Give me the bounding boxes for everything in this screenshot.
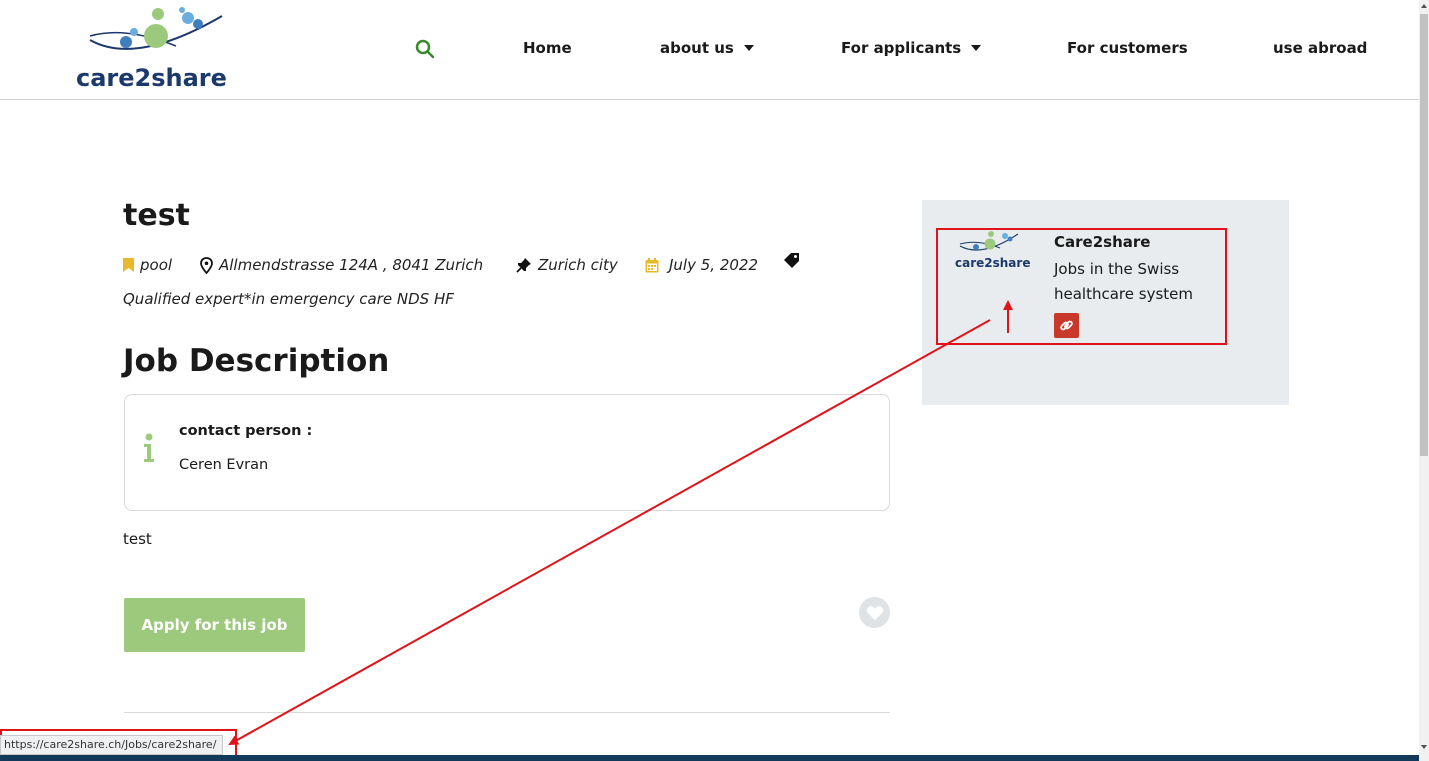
nav-for-customers-label: For customers xyxy=(1067,39,1188,57)
heart-icon xyxy=(866,605,883,620)
nav-use-abroad[interactable]: use abroad xyxy=(1273,39,1367,57)
job-date: July 5, 2022 xyxy=(645,256,758,274)
job-region-label: Zurich city xyxy=(538,256,618,274)
browser-status-bar: https://care2share.ch/Jobs/care2share/ xyxy=(0,735,224,755)
contact-person-name: Ceren Evran xyxy=(179,457,269,473)
scroll-down-arrow-icon[interactable] xyxy=(1421,745,1427,749)
map-pin-icon xyxy=(200,256,213,274)
nav-use-abroad-label: use abroad xyxy=(1273,39,1368,57)
logo-mark-icon xyxy=(89,7,223,50)
nav-for-applicants[interactable]: For applicants xyxy=(841,39,982,57)
job-category[interactable]: pool xyxy=(123,256,172,274)
annotation-highlight-company xyxy=(936,228,1227,345)
favorite-button[interactable] xyxy=(859,597,890,628)
scroll-up-arrow-icon[interactable] xyxy=(1421,4,1427,8)
pushpin-icon xyxy=(516,258,531,273)
job-address: Allmendstrasse 124A , 8041 Zurich xyxy=(200,256,483,274)
job-address-label: Allmendstrasse 124A , 8041 Zurich xyxy=(219,256,484,274)
contact-info-box: contact person : Ceren Evran xyxy=(124,394,890,511)
job-description-heading: Job Description xyxy=(123,343,390,379)
contact-person-label: contact person : xyxy=(179,423,313,439)
footer-strip xyxy=(0,755,1419,761)
chevron-down-icon xyxy=(743,45,754,51)
scrollbar-thumb[interactable] xyxy=(1420,14,1428,456)
chevron-down-icon xyxy=(971,45,982,51)
bookmark-icon xyxy=(123,258,134,272)
site-logo[interactable]: care2share xyxy=(76,6,236,94)
site-header: care2share Home about us For applicants … xyxy=(0,0,1419,100)
job-category-label: pool xyxy=(140,256,173,274)
vertical-scrollbar[interactable] xyxy=(1419,0,1429,761)
annotation-arrow-to-url xyxy=(228,319,991,745)
search-icon[interactable] xyxy=(414,38,436,60)
nav-home[interactable]: Home xyxy=(523,39,572,57)
job-date-label: July 5, 2022 xyxy=(669,256,758,274)
nav-for-applicants-label: For applicants xyxy=(841,39,962,57)
job-qualification: Qualified expert*in emergency care NDS H… xyxy=(123,290,454,308)
calendar-icon xyxy=(645,257,659,272)
nav-about-us-label: about us xyxy=(660,39,734,57)
nav-home-label: Home xyxy=(523,39,572,57)
job-title: test xyxy=(123,198,190,233)
content-divider xyxy=(124,712,890,713)
job-description-text: test xyxy=(123,530,152,548)
nav-about-us[interactable]: about us xyxy=(660,39,754,57)
tag-icon xyxy=(783,252,800,269)
job-region: Zurich city xyxy=(516,256,618,274)
apply-button[interactable]: Apply for this job xyxy=(124,598,305,652)
nav-for-customers[interactable]: For customers xyxy=(1067,39,1188,57)
info-icon xyxy=(144,433,154,462)
logo-text: care2share xyxy=(76,64,227,92)
